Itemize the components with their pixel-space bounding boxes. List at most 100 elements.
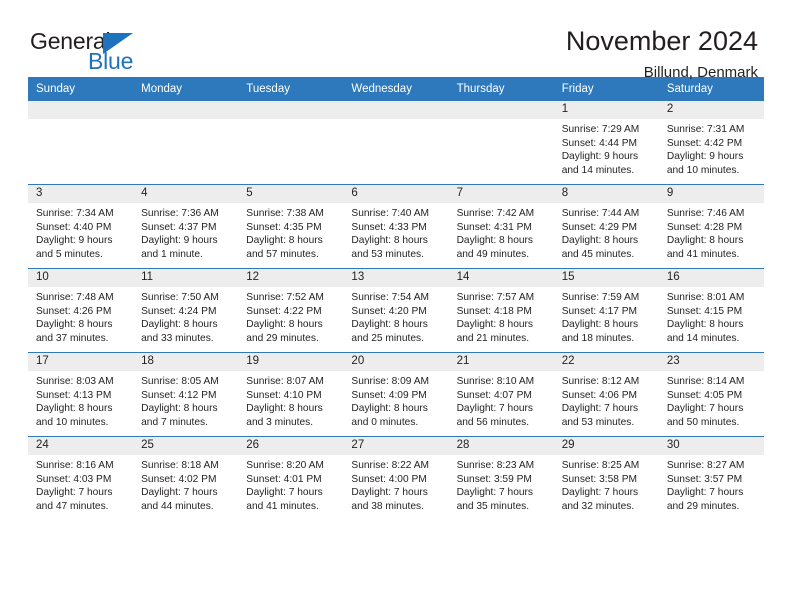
- calendar-day-cell[interactable]: 27 Sunrise: 8:22 AM Sunset: 4:00 PM Dayligh…: [343, 436, 449, 520]
- day-number: 16: [658, 269, 764, 287]
- calendar-week-row: 17 Sunrise: 8:03 AM Sunset: 4:13 PM Dayligh…: [28, 352, 764, 437]
- day-details: Sunrise: 8:01 AM Sunset: 4:15 PM Daylight:…: [659, 287, 764, 345]
- day-number: 17: [28, 353, 134, 371]
- day-number: 3: [28, 185, 134, 203]
- calendar-day-cell[interactable]: 28 Sunrise: 8:23 AM Sunset: 3:59 PM Dayligh…: [448, 436, 554, 520]
- day-details: Sunrise: 7:48 AM Sunset: 4:26 PM Daylight:…: [28, 287, 133, 345]
- calendar-day-cell[interactable]: 20 Sunrise: 8:09 AM Sunset: 4:09 PM Dayligh…: [343, 352, 449, 437]
- calendar-day-cell[interactable]: 22 Sunrise: 8:12 AM Sunset: 4:06 PM Dayligh…: [553, 352, 659, 437]
- calendar-day-cell[interactable]: 15 Sunrise: 7:59 AM Sunset: 4:17 PM Dayligh…: [553, 268, 659, 353]
- calendar-day-cell[interactable]: 13 Sunrise: 7:54 AM Sunset: 4:20 PM Dayligh…: [343, 268, 449, 353]
- calendar-day-cell[interactable]: 30 Sunrise: 8:27 AM Sunset: 3:57 PM Dayligh…: [658, 436, 764, 520]
- daylight-duration-line1: Daylight: 8 hours: [351, 235, 428, 247]
- calendar-day-cell[interactable]: 24 Sunrise: 8:16 AM Sunset: 4:03 PM Dayligh…: [28, 436, 134, 520]
- day-details: Sunrise: 8:07 AM Sunset: 4:10 PM Daylight:…: [238, 371, 343, 429]
- weekday-header-monday: Monday: [133, 77, 239, 101]
- weekday-header-sunday: Sunday: [28, 77, 134, 101]
- sunrise-time: Sunrise: 7:42 AM: [456, 208, 535, 219]
- calendar-day-cell[interactable]: 17 Sunrise: 8:03 AM Sunset: 4:13 PM Dayligh…: [28, 352, 134, 437]
- calendar-day-cell-empty: [343, 100, 449, 185]
- daylight-duration-line1: Daylight: 9 hours: [561, 151, 639, 163]
- calendar-day-cell-empty: [133, 100, 239, 185]
- daylight-duration-line1: Daylight: 8 hours: [36, 319, 113, 331]
- daylight-duration-line2: and 53 minutes.: [351, 248, 424, 260]
- daylight-duration-line1: Daylight: 9 hours: [36, 235, 113, 247]
- day-number: 26: [238, 437, 344, 455]
- daylight-duration-line2: and 7 minutes.: [141, 416, 208, 428]
- day-details: Sunrise: 8:25 AM Sunset: 3:58 PM Daylight:…: [554, 455, 659, 513]
- general-blue-logo[interactable]: General Blue: [28, 26, 148, 78]
- weekday-header-tuesday: Tuesday: [238, 77, 344, 101]
- daylight-duration-line2: and 5 minutes.: [36, 248, 103, 260]
- calendar-day-cell[interactable]: 8 Sunrise: 7:44 AM Sunset: 4:29 PM Daylight…: [553, 184, 659, 269]
- calendar-day-cell[interactable]: 10 Sunrise: 7:48 AM Sunset: 4:26 PM Dayligh…: [28, 268, 134, 353]
- sunset-time: Sunset: 4:10 PM: [246, 389, 322, 401]
- calendar-day-cell[interactable]: 29 Sunrise: 8:25 AM Sunset: 3:58 PM Dayligh…: [553, 436, 659, 520]
- calendar-day-cell[interactable]: 16 Sunrise: 8:01 AM Sunset: 4:15 PM Dayligh…: [658, 268, 764, 353]
- daylight-duration-line1: Daylight: 9 hours: [141, 235, 218, 247]
- sunset-time: Sunset: 4:06 PM: [561, 389, 638, 401]
- calendar-day-cell[interactable]: 2 Sunrise: 7:31 AM Sunset: 4:42 PM Daylight…: [658, 100, 764, 185]
- sunset-time: Sunset: 4:26 PM: [36, 305, 112, 317]
- sunrise-time: Sunrise: 7:29 AM: [561, 124, 640, 135]
- sunset-time: Sunset: 4:40 PM: [36, 221, 112, 233]
- title-block: November 2024 Billund, Denmark: [566, 26, 764, 81]
- daylight-duration-line1: Daylight: 8 hours: [561, 235, 639, 247]
- sunrise-time: Sunrise: 8:05 AM: [141, 376, 219, 387]
- day-details: Sunrise: 7:59 AM Sunset: 4:17 PM Daylight:…: [554, 287, 659, 345]
- calendar-day-cell[interactable]: 21 Sunrise: 8:10 AM Sunset: 4:07 PM Dayligh…: [448, 352, 554, 437]
- sunset-time: Sunset: 4:07 PM: [456, 389, 532, 401]
- calendar-day-cell[interactable]: 12 Sunrise: 7:52 AM Sunset: 4:22 PM Dayligh…: [238, 268, 344, 353]
- daylight-duration-line2: and 21 minutes.: [456, 332, 530, 344]
- calendar-day-cell[interactable]: 3 Sunrise: 7:34 AM Sunset: 4:40 PM Daylight…: [28, 184, 134, 269]
- daylight-duration-line2: and 49 minutes.: [456, 248, 530, 260]
- sunset-time: Sunset: 4:03 PM: [36, 473, 112, 485]
- day-details: Sunrise: 7:54 AM Sunset: 4:20 PM Daylight:…: [343, 287, 448, 345]
- day-number: 1: [553, 101, 659, 119]
- daylight-duration-line1: Daylight: 8 hours: [666, 319, 744, 331]
- sunset-time: Sunset: 3:58 PM: [561, 473, 638, 485]
- calendar-day-cell[interactable]: 9 Sunrise: 7:46 AM Sunset: 4:28 PM Daylight…: [658, 184, 764, 269]
- location-subtitle: Billund, Denmark: [643, 64, 758, 82]
- sunrise-time: Sunrise: 8:03 AM: [36, 376, 114, 387]
- day-number: 13: [343, 269, 449, 287]
- calendar-day-cell[interactable]: 23 Sunrise: 8:14 AM Sunset: 4:05 PM Dayligh…: [658, 352, 764, 437]
- day-details: Sunrise: 7:31 AM Sunset: 4:42 PM Daylight:…: [659, 119, 764, 177]
- calendar-day-cell[interactable]: 5 Sunrise: 7:38 AM Sunset: 4:35 PM Daylight…: [238, 184, 344, 269]
- sunset-time: Sunset: 4:37 PM: [141, 221, 217, 233]
- calendar-day-cell[interactable]: 19 Sunrise: 8:07 AM Sunset: 4:10 PM Dayligh…: [238, 352, 344, 437]
- day-number: [343, 101, 449, 119]
- calendar-day-cell[interactable]: 7 Sunrise: 7:42 AM Sunset: 4:31 PM Daylight…: [448, 184, 554, 269]
- calendar-day-cell-empty: [238, 100, 344, 185]
- calendar-day-cell[interactable]: 26 Sunrise: 8:20 AM Sunset: 4:01 PM Dayligh…: [238, 436, 344, 520]
- calendar-day-cell[interactable]: 25 Sunrise: 8:18 AM Sunset: 4:02 PM Dayligh…: [133, 436, 239, 520]
- sunrise-time: Sunrise: 8:07 AM: [246, 376, 324, 387]
- sunrise-time: Sunrise: 8:22 AM: [351, 460, 430, 471]
- sunrise-time: Sunrise: 7:38 AM: [246, 208, 324, 219]
- day-number: 21: [448, 353, 554, 371]
- page-title: November 2024: [565, 26, 758, 56]
- daylight-duration-line2: and 35 minutes.: [456, 500, 530, 512]
- sunset-time: Sunset: 4:15 PM: [666, 305, 743, 317]
- daylight-duration-line1: Daylight: 7 hours: [561, 487, 639, 499]
- daylight-duration-line1: Daylight: 7 hours: [666, 487, 744, 499]
- day-number: 4: [133, 185, 239, 203]
- day-details: Sunrise: 8:23 AM Sunset: 3:59 PM Daylight:…: [449, 455, 554, 513]
- sunset-time: Sunset: 4:22 PM: [246, 305, 322, 317]
- calendar-day-cell[interactable]: 1 Sunrise: 7:29 AM Sunset: 4:44 PM Daylight…: [553, 100, 659, 185]
- calendar-day-cell[interactable]: 4 Sunrise: 7:36 AM Sunset: 4:37 PM Daylight…: [133, 184, 239, 269]
- calendar-day-cell[interactable]: 11 Sunrise: 7:50 AM Sunset: 4:24 PM Dayligh…: [133, 268, 239, 353]
- sunrise-time: Sunrise: 7:40 AM: [351, 208, 430, 219]
- daylight-duration-line1: Daylight: 8 hours: [141, 403, 218, 415]
- calendar-day-cell[interactable]: 18 Sunrise: 8:05 AM Sunset: 4:12 PM Dayligh…: [133, 352, 239, 437]
- calendar-week-row: 10 Sunrise: 7:48 AM Sunset: 4:26 PM Dayligh…: [28, 268, 764, 353]
- daylight-duration-line1: Daylight: 7 hours: [666, 403, 744, 415]
- daylight-duration-line2: and 14 minutes.: [561, 164, 635, 176]
- day-number: 22: [553, 353, 659, 371]
- sunrise-time: Sunrise: 8:20 AM: [246, 460, 324, 471]
- calendar-day-cell[interactable]: 14 Sunrise: 7:57 AM Sunset: 4:18 PM Dayligh…: [448, 268, 554, 353]
- sunset-time: Sunset: 4:09 PM: [351, 389, 427, 401]
- calendar-day-cell[interactable]: 6 Sunrise: 7:40 AM Sunset: 4:33 PM Daylight…: [343, 184, 449, 269]
- weekday-header-wednesday: Wednesday: [343, 77, 449, 101]
- daylight-duration-line2: and 29 minutes.: [666, 500, 740, 512]
